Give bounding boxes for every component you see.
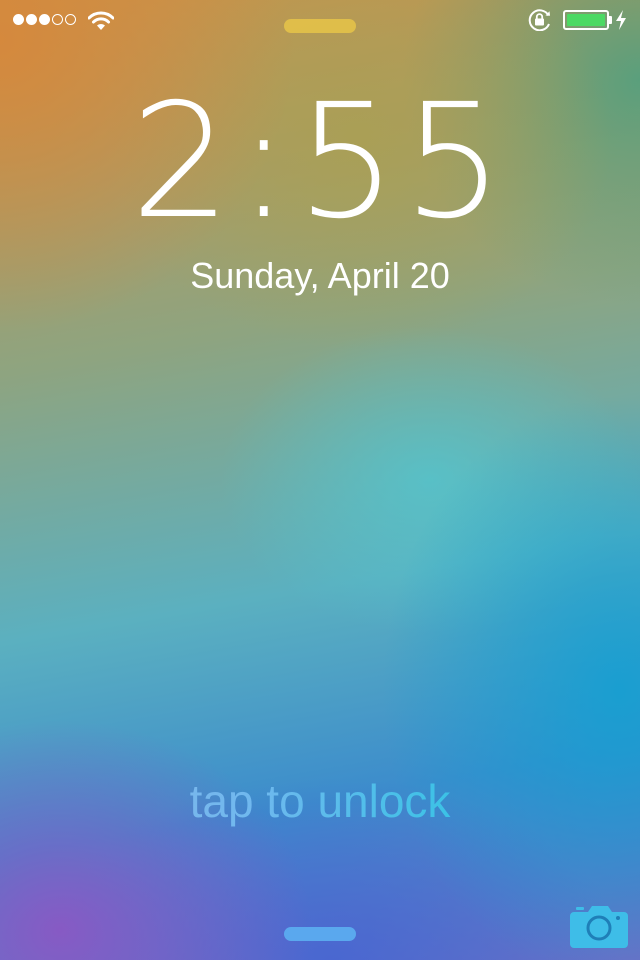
battery-icon [563, 10, 609, 30]
camera-icon[interactable] [570, 902, 628, 948]
wifi-icon [87, 11, 115, 36]
signal-strength-indicator [13, 14, 76, 25]
signal-dot [26, 14, 37, 25]
battery-level-fill [567, 14, 605, 26]
rotation-lock-icon [528, 9, 552, 36]
charging-bolt-icon [614, 9, 628, 36]
signal-dot [13, 14, 24, 25]
tap-to-unlock-text[interactable]: tap to unlock [0, 774, 640, 828]
signal-dot [39, 14, 50, 25]
lock-screen-date: Sunday, April 20 [190, 255, 450, 296]
status-bar [0, 0, 640, 40]
signal-dot [65, 14, 76, 25]
control-center-grabber[interactable] [284, 927, 356, 941]
battery-tip [609, 16, 612, 24]
lock-screen-time: 2:55 [130, 70, 510, 254]
notification-center-grabber[interactable] [284, 19, 356, 33]
signal-dot [52, 14, 63, 25]
